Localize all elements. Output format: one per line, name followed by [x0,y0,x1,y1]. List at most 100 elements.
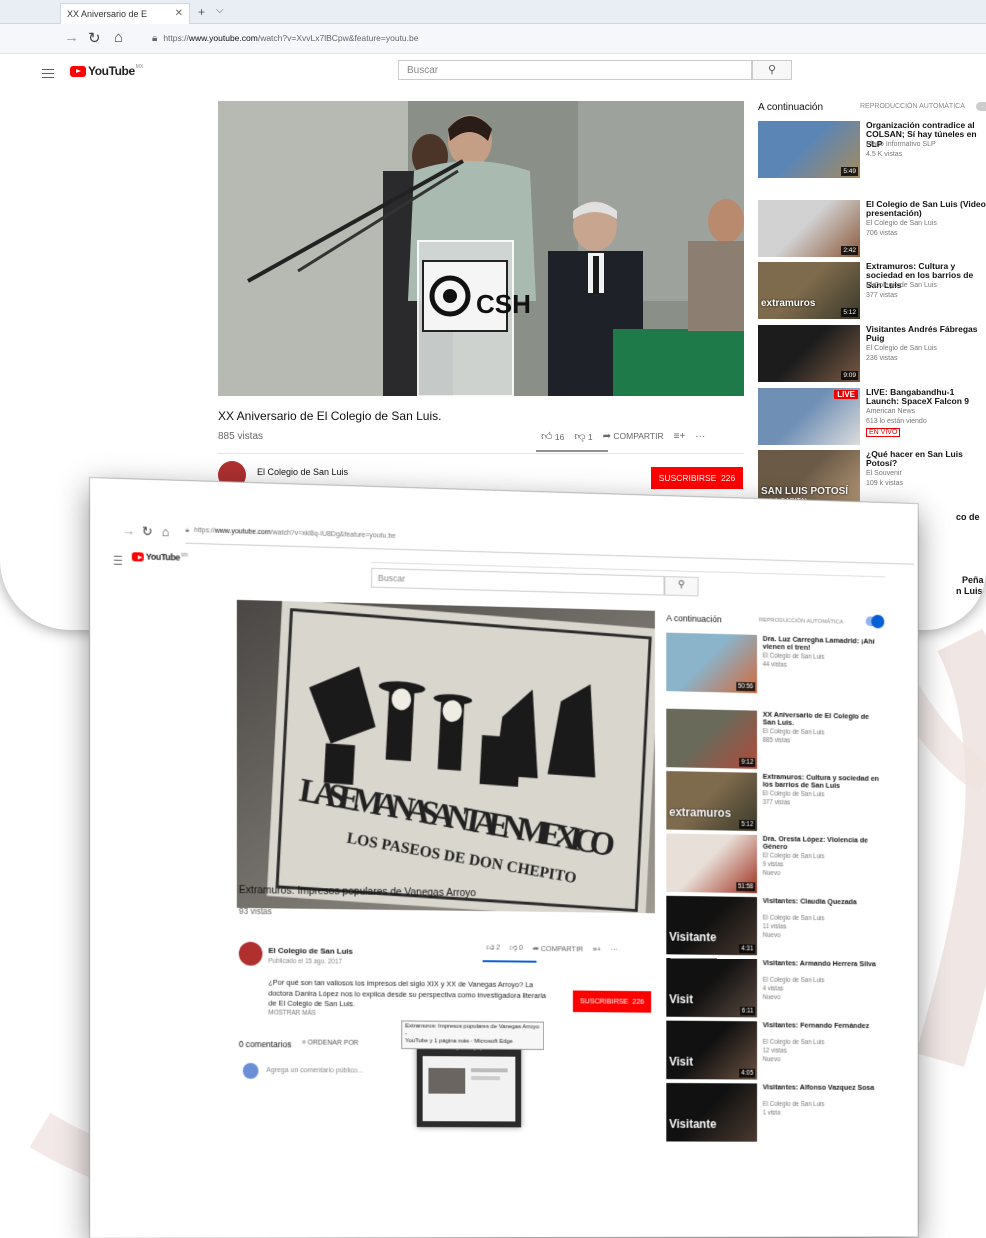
video-player[interactable]: CSH [218,101,744,396]
related-view-count: 4.5 K vistas [866,151,903,159]
video-thumbnail[interactable]: 5:49 [758,121,860,178]
related-video-title[interactable]: Dra. Luz Carregha Lamadrid: ¡Ahí vienen … [763,634,883,654]
search-button[interactable]: ⚲ [664,576,699,597]
autoplay-toggle[interactable] [865,614,885,629]
related-video-title[interactable]: Visitantes Andrés Fábregas Puig [866,324,986,344]
share-label: COMPARTIR [540,943,584,953]
more-actions-icon[interactable]: ··· [695,431,705,442]
related-video-item[interactable]: Visit 6:11 Visitantes: Armando Herrera Sil… [666,958,882,1018]
related-video-item[interactable]: 2:42 El Colegio de San Luis (Video presen… [758,199,986,257]
video-thumbnail[interactable]: Visitante [666,1082,758,1142]
chevron-down-icon[interactable]: ⌵ [216,5,224,16]
related-view-count: 613 lo están viendo [866,418,927,426]
related-video-title[interactable]: XX Aniversario de El Colegio de San Luis… [763,710,883,730]
like-button[interactable]: 👍︎ 16 [541,430,564,443]
video-thumbnail[interactable]: Visitante 4:31 [666,895,758,956]
add-to-playlist-icon[interactable]: ≡+ [593,944,601,953]
country-code: MX [180,552,189,559]
video-thumbnail[interactable]: Visit 6:11 [666,958,758,1018]
related-video-title[interactable]: Extramuros: Cultura y sociedad en los ba… [763,772,883,791]
share-button[interactable]: ➦ COMPARTIR [533,944,584,953]
related-video-title[interactable]: Visitantes: Claudia Quezada [763,896,883,907]
browser-tab[interactable]: XX Aniversario de E ✕ [60,3,190,24]
url-host: www.youtube.com [188,33,258,43]
related-video-item[interactable]: 50:56 Dra. Luz Carregha Lamadrid: ¡Ahí vi… [666,632,883,696]
home-icon[interactable]: ⌂ [162,524,170,539]
video-thumbnail[interactable]: 9:12 [666,708,758,769]
related-video-item[interactable]: SAN LUIS POTOSÍLA CAPITAL ¿Qué hacer en S… [758,449,986,507]
cut-off-title-2: Peña [962,575,984,585]
channel-name[interactable]: El Colegio de San Luis [257,467,348,477]
hamburger-menu-icon[interactable] [42,66,54,81]
subscribe-button[interactable]: SUSCRIBIRSE 226 [572,990,652,1013]
dislike-button[interactable]: 👎︎ 1 [574,430,592,443]
search-button[interactable]: ⚲ [752,60,792,80]
url-prefix: https:// [194,527,215,535]
duration-badge: 5:49 [841,167,858,176]
taskbar-preview[interactable]: Extramuros: Impresos popula... [416,1042,522,1128]
thumbnail-text: Visit [669,1054,693,1069]
related-channel-name: American News [866,408,916,416]
url-field[interactable]: 🔒︎ https://www.youtube.com/watch?v=XvvLx7… [146,30,966,48]
like-button[interactable]: 👍︎ 2 [486,943,500,953]
thumbs-up-icon: 👍︎ [486,942,495,952]
more-actions-icon[interactable]: ··· [611,944,618,953]
video-thumbnail[interactable]: Visit 4:05 [666,1020,758,1080]
video-thumbnail[interactable]: 2:42 [758,200,860,257]
related-video-title[interactable]: ¿Qué hacer en San Luis Potosí? [866,449,986,469]
video-thumbnail[interactable]: 51:58 [666,833,758,894]
subscriber-count: 226 [721,473,736,483]
video-thumbnail[interactable]: extramuros 5:12 [758,262,860,319]
sort-button[interactable]: ≡ ORDENAR POR [302,1039,359,1046]
forward-icon[interactable]: → [64,29,79,46]
video-thumbnail[interactable]: 50:56 [666,632,758,694]
subscribe-button[interactable]: SUSCRIBIRSE 226 [651,467,743,489]
hamburger-menu-icon[interactable] [113,553,122,568]
related-video-item[interactable]: 9:12 XX Aniversario de El Colegio de San … [666,708,883,772]
video-thumbnail[interactable]: extramuros 5:12 [666,771,758,832]
dislike-button[interactable]: 👎︎ 0 [510,943,523,953]
related-video-title[interactable]: Visitantes: Alfonso Vazquez Sosa [763,1083,883,1092]
duration-badge: 4:31 [739,944,756,954]
home-icon[interactable]: ⌂ [114,29,123,46]
related-video-item[interactable]: 51:58 Dra. Oresta López: Violencia de Gén… [666,833,882,894]
related-view-count: 109 k vistas [866,480,903,488]
related-video-title[interactable]: Dra. Oresta López: Violencia de Género [763,834,883,853]
related-video-item[interactable]: extramuros 5:12 Extramuros: Cultura y soci… [758,261,986,319]
autoplay-toggle[interactable] [976,102,986,111]
refresh-icon[interactable]: ↻ [142,524,153,540]
show-more-link[interactable]: MOSTRAR MÁS [268,1009,315,1016]
related-video-title[interactable]: Visitantes: Fernando Fernández [763,1020,883,1030]
related-video-item[interactable]: 5:49 Organización contradice al COLSAN; S… [758,120,986,178]
forward-icon[interactable]: → [122,523,135,538]
video-thumbnail[interactable]: 9:09 [758,325,860,382]
close-tab-icon[interactable]: ✕ [175,8,183,19]
thumbnail-text: LIVE [834,390,858,399]
add-to-playlist-icon[interactable]: ≡+ [674,431,686,442]
related-video-item[interactable]: 9:09 Visitantes Andrés Fábregas Puig El Co… [758,324,986,382]
related-video-item[interactable]: extramuros 5:12 Extramuros: Cultura y soci… [666,771,882,833]
search-input[interactable]: Buscar [371,567,665,596]
search-input[interactable]: Buscar [398,60,752,80]
country-code: MX [135,64,144,70]
related-video-item[interactable]: Visitante 4:31 Visitantes: Claudia Quezada… [666,895,883,957]
channel-avatar[interactable] [238,941,263,966]
related-video-title[interactable]: LIVE: Bangabandhu-1 Launch: SpaceX Falco… [866,387,986,407]
video-thumbnail[interactable]: SAN LUIS POTOSÍLA CAPITAL [758,450,860,507]
share-button[interactable]: ➦ COMPARTIR [603,431,664,442]
related-video-item[interactable]: Visitante Visitantes: Alfonso Vazquez Sos… [666,1083,882,1142]
youtube-logo[interactable]: YouTube MX [70,64,143,78]
youtube-logo[interactable]: YouTube MX [131,551,189,563]
related-channel-name: El Colegio de San Luis [762,914,825,923]
channel-name[interactable]: El Colegio de San Luis [268,946,352,956]
related-video-title[interactable]: Visitantes: Armando Herrera Silva [763,958,883,968]
related-video-item[interactable]: LIVE LIVE: Bangabandhu-1 Launch: SpaceX F… [758,387,986,445]
new-tab-icon[interactable]: + [198,5,205,19]
url-field[interactable]: 🔒︎ https://www.youtube.com/watch?v=xkl8q-… [185,527,395,541]
comment-input[interactable]: Agrega un comentario público... [266,1067,363,1074]
video-thumbnail[interactable]: LIVE [758,388,860,445]
refresh-icon[interactable]: ↻ [88,29,101,47]
related-video-item[interactable]: Visit 4:05 Visitantes: Fernando Fernández E… [666,1020,883,1081]
video-player[interactable]: LA SEMANA SANTA EN MEXICO LOS PASEOS DE … [236,599,655,914]
related-video-title[interactable]: El Colegio de San Luis (Video presentaci… [866,199,986,219]
